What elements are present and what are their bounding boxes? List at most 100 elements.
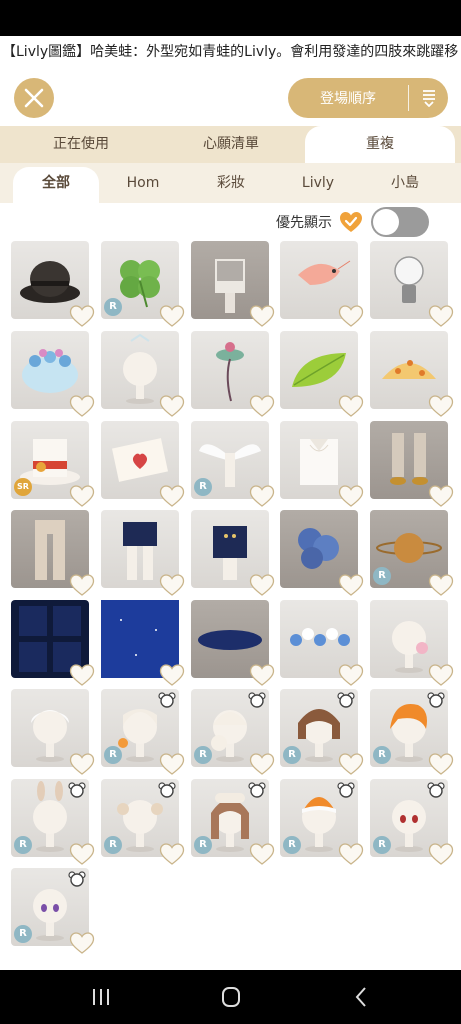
wishlist-heart-icon[interactable] xyxy=(428,574,454,596)
wishlist-heart-icon[interactable] xyxy=(428,843,454,865)
wishlist-heart-icon[interactable] xyxy=(249,753,275,775)
wishlist-heart-icon[interactable] xyxy=(249,843,275,865)
secondary-tabs: 全部 Hom 彩妝 Livly 小島 xyxy=(0,163,461,203)
tab-livly[interactable]: Livly xyxy=(279,167,357,199)
wishlist-heart-icon[interactable] xyxy=(69,395,95,417)
wishlist-heart-icon[interactable] xyxy=(69,932,95,954)
item-tile-sheep-horn-wig[interactable]: R xyxy=(101,779,185,865)
item-tile-blue-flower-garland[interactable] xyxy=(280,600,364,686)
bear-icon xyxy=(68,782,86,798)
item-tile-planet-saturn[interactable]: R xyxy=(370,510,454,596)
item-tile-leopard-hair-clip[interactable] xyxy=(370,331,454,417)
item-tile-navy-band-jacket[interactable] xyxy=(191,510,275,596)
bear-icon xyxy=(158,692,176,708)
wishlist-heart-icon[interactable] xyxy=(338,753,364,775)
wishlist-heart-icon[interactable] xyxy=(428,485,454,507)
close-button[interactable] xyxy=(14,78,54,118)
wishlist-heart-icon[interactable] xyxy=(428,395,454,417)
wishlist-heart-icon[interactable] xyxy=(249,305,275,327)
priority-toggle[interactable] xyxy=(371,207,429,237)
item-tile-starry-floor[interactable] xyxy=(101,600,185,686)
item-tile-beige-tights[interactable] xyxy=(11,510,95,596)
item-tile-starry-rug[interactable] xyxy=(191,600,275,686)
wishlist-heart-icon[interactable] xyxy=(69,305,95,327)
recents-icon[interactable] xyxy=(86,984,116,1010)
rarity-badge: R xyxy=(283,746,301,764)
wishlist-heart-icon[interactable] xyxy=(338,305,364,327)
back-icon[interactable] xyxy=(346,984,376,1010)
item-tile-orange-bow-wig[interactable]: R xyxy=(101,689,185,775)
rarity-badge: R xyxy=(104,836,122,854)
item-tile-blue-flower-crown[interactable] xyxy=(11,331,95,417)
item-tile-angel-wings[interactable]: R xyxy=(191,421,275,507)
item-tile-glass-bulb-lamp[interactable] xyxy=(370,241,454,327)
item-tile-bunny-ear-buns[interactable]: R xyxy=(11,779,95,865)
tab-all[interactable]: 全部 xyxy=(13,167,99,203)
item-tile-green-leaf[interactable] xyxy=(280,331,364,417)
item-tile-fluffy-ponytail-wig[interactable]: R xyxy=(191,689,275,775)
bear-icon xyxy=(158,782,176,798)
bear-icon xyxy=(427,782,445,798)
wishlist-heart-icon[interactable] xyxy=(159,664,185,686)
wishlist-heart-icon[interactable] xyxy=(428,305,454,327)
wishlist-heart-icon[interactable] xyxy=(249,485,275,507)
wishlist-heart-icon[interactable] xyxy=(338,843,364,865)
wishlist-heart-icon[interactable] xyxy=(69,574,95,596)
item-tile-mad-hatter-top-hat[interactable]: SR xyxy=(11,421,95,507)
rarity-badge: R xyxy=(104,298,122,316)
wishlist-heart-icon[interactable] xyxy=(159,843,185,865)
wishlist-heart-icon[interactable] xyxy=(338,395,364,417)
wishlist-heart-icon[interactable] xyxy=(338,574,364,596)
tab-duplicates[interactable]: 重複 xyxy=(305,126,455,163)
item-tile-four-leaf-clover[interactable]: R xyxy=(101,241,185,327)
tab-hom[interactable]: Hom xyxy=(104,167,182,199)
item-tile-navy-shorts[interactable] xyxy=(101,510,185,596)
wishlist-heart-icon[interactable] xyxy=(249,574,275,596)
wishlist-heart-icon[interactable] xyxy=(69,664,95,686)
wishlist-heart-icon[interactable] xyxy=(249,395,275,417)
item-tile-bubblegum-face[interactable] xyxy=(370,600,454,686)
wishlist-heart-icon[interactable] xyxy=(249,664,275,686)
wishlist-heart-icon[interactable] xyxy=(159,395,185,417)
item-tile-orange-beanie-wig[interactable]: R xyxy=(280,779,364,865)
item-tile-sparkle-hair[interactable] xyxy=(101,331,185,417)
sort-order-button[interactable]: 登場順序 xyxy=(288,78,448,118)
wishlist-heart-icon[interactable] xyxy=(338,485,364,507)
item-tile-purple-eyes-face[interactable]: R xyxy=(11,868,95,954)
wishlist-heart-icon[interactable] xyxy=(69,753,95,775)
item-tile-brown-boots[interactable] xyxy=(370,421,454,507)
wishlist-heart-icon[interactable] xyxy=(159,753,185,775)
tab-makeup[interactable]: 彩妝 xyxy=(192,167,270,199)
item-tile-rose-stem[interactable] xyxy=(191,331,275,417)
rarity-badge: R xyxy=(283,836,301,854)
item-tile-love-letter[interactable] xyxy=(101,421,185,507)
tab-in-use[interactable]: 正在使用 xyxy=(20,126,142,163)
item-tile-shrimp[interactable] xyxy=(280,241,364,327)
priority-label: 優先顯示 xyxy=(276,215,332,231)
rarity-badge: R xyxy=(373,567,391,585)
tab-island[interactable]: 小島 xyxy=(366,167,444,199)
wishlist-heart-icon[interactable] xyxy=(69,843,95,865)
item-tile-orange-short-wig[interactable]: R xyxy=(370,689,454,775)
header: 登場順序 xyxy=(0,68,461,126)
wishlist-heart-icon[interactable] xyxy=(159,485,185,507)
wishlist-heart-icon[interactable] xyxy=(159,574,185,596)
item-tile-cream-long-wig[interactable]: R xyxy=(191,779,275,865)
item-tile-starry-wallpaper[interactable] xyxy=(11,600,95,686)
home-icon[interactable] xyxy=(216,984,246,1010)
item-tile-blue-hydrangea[interactable] xyxy=(280,510,364,596)
wishlist-heart-icon[interactable] xyxy=(69,485,95,507)
wishlist-heart-icon[interactable] xyxy=(428,753,454,775)
item-tile-brown-bob-wig[interactable]: R xyxy=(280,689,364,775)
item-tile-red-eyes-face[interactable]: R xyxy=(370,779,454,865)
item-tile-plaid-shirt[interactable] xyxy=(191,241,275,327)
item-tile-white-ribbon-blouse[interactable] xyxy=(280,421,364,507)
wishlist-heart-icon[interactable] xyxy=(338,664,364,686)
tab-wishlist[interactable]: 心願清單 xyxy=(170,126,292,163)
wishlist-heart-icon[interactable] xyxy=(159,305,185,327)
bear-icon xyxy=(248,782,266,798)
news-ticker: 【Livly圖鑑】哈美蛙：外型宛如青蛙的Livly。會利用發達的四肢來跳躍移 xyxy=(0,36,461,68)
item-tile-black-bowler-hat[interactable] xyxy=(11,241,95,327)
wishlist-heart-icon[interactable] xyxy=(428,664,454,686)
item-tile-white-curly-wig[interactable] xyxy=(11,689,95,775)
